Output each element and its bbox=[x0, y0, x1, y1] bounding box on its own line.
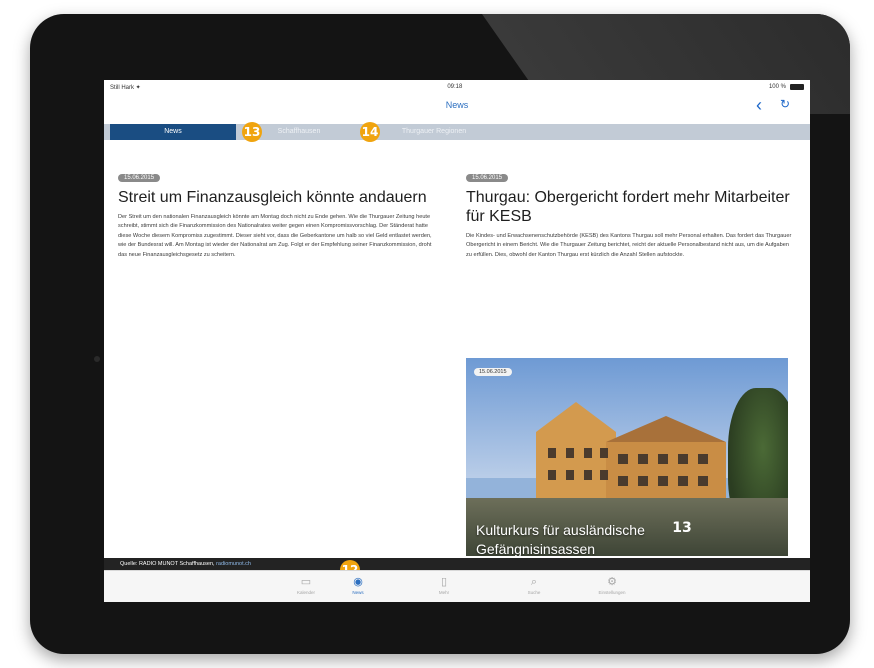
status-time: 09:18 bbox=[447, 84, 463, 90]
bottom-tab-label: Mehr bbox=[438, 590, 450, 595]
app-screen: Still Hark ✦ 09:18 100 % News ‹ ↻ News S… bbox=[104, 80, 810, 602]
feature-article-card[interactable]: 15.06.2015 Kulturkurs für ausländische G… bbox=[466, 358, 788, 556]
chevron-left-icon[interactable]: ‹ bbox=[756, 96, 762, 114]
category-tab-bar: News Schaffhausen Thurgauer Regionen bbox=[104, 124, 810, 140]
bottom-tab-label: Suche bbox=[527, 590, 541, 595]
search-icon: ⌕ bbox=[530, 576, 538, 588]
article-headline: Streit um Finanzausgleich könnte andauer… bbox=[118, 189, 427, 206]
bottom-tab-kalender[interactable]: ▭ Kalender bbox=[284, 575, 328, 597]
callout-13-tab: 13 bbox=[242, 122, 262, 142]
camera bbox=[94, 356, 100, 362]
source-link[interactable]: radiomunot.ch bbox=[216, 561, 251, 567]
refresh-icon[interactable]: ↻ bbox=[780, 97, 790, 111]
status-bar: Still Hark ✦ 09:18 100 % bbox=[104, 80, 810, 94]
callout-14-tab: 14 bbox=[360, 122, 380, 142]
bottom-tab-label: Einstellungen bbox=[598, 590, 626, 595]
article-date-badge: 15.06.2015 bbox=[118, 174, 161, 182]
bottom-tab-news[interactable]: ◉ News bbox=[336, 575, 380, 597]
gear-icon: ⚙ bbox=[607, 576, 617, 588]
feature-caption-line-2: Gefängnisinsassen bbox=[476, 541, 596, 556]
article-date-badge: 15.06.2015 bbox=[466, 174, 509, 182]
battery-icon bbox=[789, 84, 804, 90]
status-carrier: Still Hark ✦ bbox=[110, 84, 141, 91]
building-image bbox=[536, 402, 726, 512]
article-headline: Thurgau: Obergericht fordert mehr Mitarb… bbox=[466, 189, 790, 225]
news-icon: ◉ bbox=[353, 576, 363, 588]
tab-thurgauer-regionen[interactable]: Thurgauer Regionen bbox=[374, 124, 494, 140]
tab-schaffhausen[interactable]: Schaffhausen bbox=[254, 124, 344, 140]
nav-title: News bbox=[445, 100, 469, 110]
article-card-right[interactable]: 15.06.2015 Thurgau: Obergericht fordert … bbox=[466, 166, 792, 260]
callout-13-feature: 13 bbox=[672, 520, 692, 536]
source-prefix: Quelle: RADIO MUNOT Schaffhausen, bbox=[120, 561, 217, 567]
book-icon: ▯ bbox=[440, 576, 448, 588]
navigation-bar: News ‹ ↻ bbox=[104, 94, 810, 118]
source-bar: Quelle: RADIO MUNOT Schaffhausen, radiom… bbox=[104, 558, 810, 570]
feature-caption: Kulturkurs für ausländische bbox=[476, 522, 645, 538]
bottom-tab-label: News bbox=[352, 590, 364, 595]
bottom-tab-suche[interactable]: ⌕ Suche bbox=[512, 575, 556, 597]
status-battery-text: 100 % bbox=[768, 84, 786, 90]
article-card-left[interactable]: 15.06.2015 Streit um Finanzausgleich kön… bbox=[118, 166, 440, 260]
calendar-icon: ▭ bbox=[300, 576, 312, 588]
bottom-tab-label: Kalender bbox=[296, 590, 315, 595]
tab-news[interactable]: News bbox=[110, 124, 236, 140]
feature-date-badge: 15.06.2015 bbox=[474, 368, 512, 376]
article-body: Die Kindes- und Erwachsenenschutzbehörde… bbox=[466, 233, 792, 258]
bottom-tab-einstellungen[interactable]: ⚙ Einstellungen bbox=[590, 575, 634, 597]
bottom-tab-bar: ▭ Kalender ◉ News ▯ Mehr ⌕ Suche ⚙ Einst… bbox=[104, 570, 810, 602]
bottom-tab-mehr[interactable]: ▯ Mehr bbox=[422, 575, 466, 597]
article-body: Der Streit um den nationalen Finanzausgl… bbox=[118, 214, 432, 258]
status-right: 100 % bbox=[769, 84, 804, 90]
